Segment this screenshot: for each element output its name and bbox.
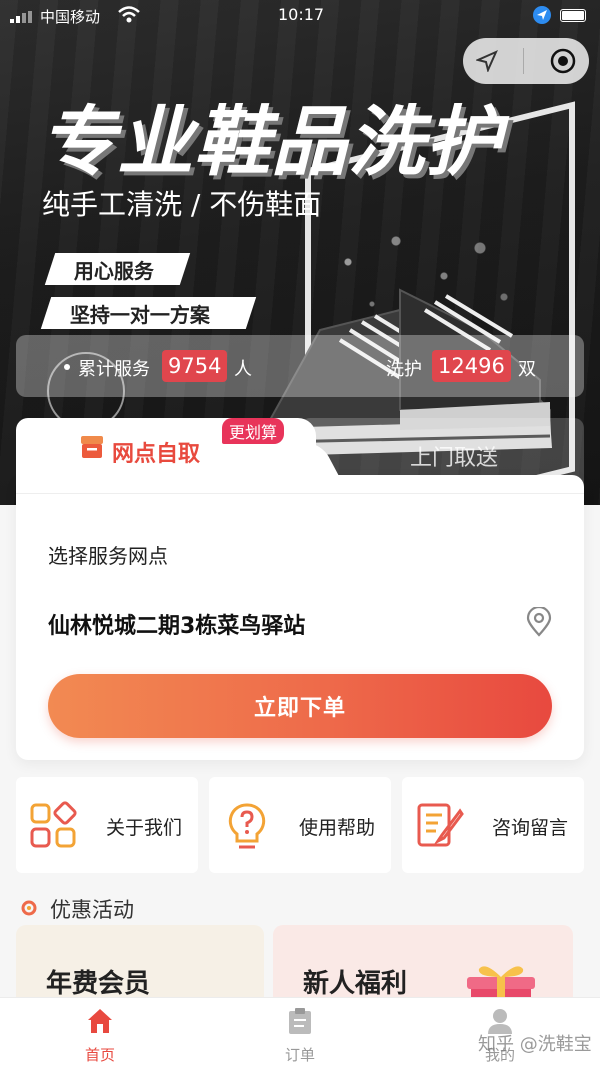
promo-title: 新人福利 [303, 969, 408, 999]
washed-count: 12496 [432, 350, 511, 382]
hero-tag-2: 坚持一对一方案 [40, 297, 257, 329]
note-edit-icon [417, 803, 464, 847]
search-dot-icon [21, 900, 37, 916]
quick-link-label: 关于我们 [106, 817, 183, 839]
promotions-heading: 优惠活动 [20, 894, 134, 924]
washed-label: 洗护 [386, 359, 422, 380]
lightbulb-help-icon [228, 803, 266, 849]
wifi-icon [118, 6, 140, 23]
watermark-text: 知乎 @洗鞋宝 [478, 1034, 592, 1055]
close-target-icon[interactable] [550, 48, 576, 74]
discount-badge: 更划算 [222, 418, 285, 444]
navigate-arrow-icon[interactable] [475, 50, 498, 72]
status-time: 10:17 [278, 5, 325, 24]
washed-unit: 双 [518, 359, 536, 380]
quick-link-about-us[interactable]: 关于我们 [16, 777, 198, 873]
tab-home-delivery-label: 上门取送 [410, 446, 499, 471]
selected-station[interactable]: 仙林悦城二期3栋菜鸟驿站 [48, 608, 305, 640]
location-arrow-icon [533, 6, 551, 24]
tab-home-label: 首页 [84, 1046, 115, 1064]
served-count: 9754 [162, 350, 228, 382]
store-icon [81, 436, 103, 458]
miniprogram-capsule[interactable] [463, 38, 589, 84]
status-bar: 中国移动 10:17 [0, 0, 600, 32]
hero-subtitle: 纯手工清洗 / 不伤鞋面 [42, 188, 322, 221]
signal-icon [10, 11, 32, 23]
quick-link-label: 咨询留言 [492, 817, 569, 839]
quick-link-help[interactable]: 使用帮助 [209, 777, 391, 873]
clipboard-icon [289, 1008, 311, 1034]
place-order-button[interactable]: 立即下单 [48, 674, 552, 738]
quick-link-label: 使用帮助 [299, 817, 376, 839]
promo-title: 年费会员 [46, 969, 151, 999]
select-station-label: 选择服务网点 [48, 544, 168, 568]
tab-self-pickup[interactable]: 网点自取 更划算 [16, 418, 316, 498]
apps-grid-icon [30, 801, 77, 848]
tab-divider [16, 493, 584, 494]
hero-title: 专业鞋品洗护 [40, 97, 502, 186]
quick-link-feedback[interactable]: 咨询留言 [402, 777, 584, 873]
promotions-title: 优惠活动 [50, 898, 134, 922]
carrier-name: 中国移动 [40, 8, 101, 26]
tab-orders-label: 订单 [284, 1046, 315, 1064]
tab-orders[interactable]: 订单 [200, 998, 400, 1067]
home-icon [88, 1009, 112, 1033]
capsule-divider [523, 48, 525, 74]
battery-icon [560, 9, 586, 22]
tab-home[interactable]: 首页 [0, 998, 200, 1067]
served-unit: 人 [234, 359, 252, 380]
tab-self-pickup-label: 网点自取 [112, 442, 201, 467]
hero-tag-1: 用心服务 [44, 253, 191, 285]
location-pin-icon[interactable] [525, 607, 553, 637]
